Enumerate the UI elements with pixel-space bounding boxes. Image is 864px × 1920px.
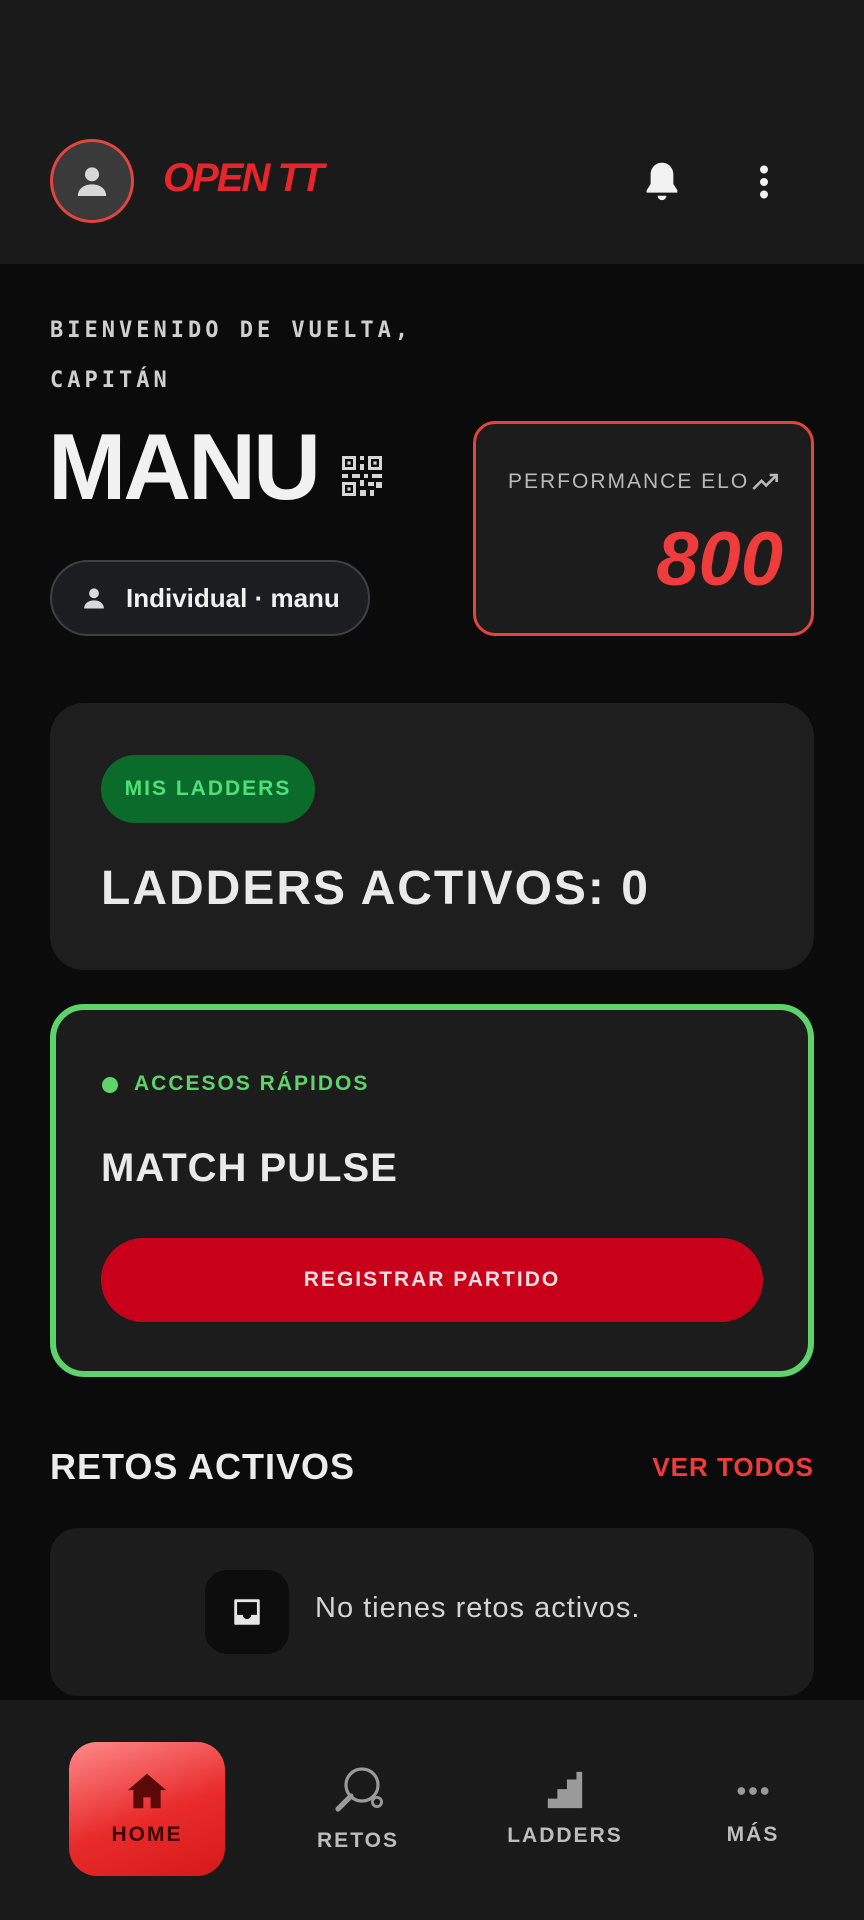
active-ladders-count: LADDERS ACTIVOS: 0 [101,862,650,915]
stairs-icon [547,1771,583,1809]
home-icon [127,1773,167,1809]
bell-icon[interactable] [640,158,684,206]
nav-retos-label: RETOS [317,1829,399,1852]
performance-elo-card[interactable]: PERFORMANCE ELO 800 [473,421,814,636]
nav-home-label: HOME [111,1823,183,1846]
quick-access-title: MATCH PULSE [101,1146,398,1190]
elo-label: PERFORMANCE ELO [508,470,750,493]
welcome-line-2: CAPITÁN [50,368,171,393]
trending-up-icon [752,473,778,490]
more-dots-icon [737,1787,769,1795]
nav-more[interactable]: MÁS [675,1742,831,1876]
status-dot [102,1077,118,1093]
my-ladders-badge: MIS LADDERS [101,755,315,823]
inbox-icon [234,1599,260,1625]
nav-home[interactable]: HOME [69,1742,225,1876]
account-type-chip[interactable]: Individual · manu [50,560,370,636]
bottom-navigation: HOME RETOS LADDERS MÁS [0,1700,864,1920]
person-icon [84,588,104,609]
nav-more-label: MÁS [726,1823,780,1846]
account-type-label: Individual · manu [126,582,340,613]
my-ladders-card[interactable]: MIS LADDERS LADDERS ACTIVOS: 0 [50,703,814,970]
nav-ladders[interactable]: LADDERS [487,1742,643,1876]
quick-access-card: ACCESOS RÁPIDOS MATCH PULSE REGISTRAR PA… [50,1004,814,1377]
inbox-icon-container [205,1570,289,1654]
elo-value: 800 [656,517,783,602]
person-icon [77,167,107,196]
kebab-menu-icon[interactable] [744,162,784,202]
qr-code-icon[interactable] [342,456,382,496]
nav-ladders-label: LADDERS [507,1824,623,1847]
welcome-line-1: BIENVENIDO DE VUELTA, [50,318,413,343]
quick-access-label: ACCESOS RÁPIDOS [134,1072,370,1095]
app-brand-logo: OPEN TT [163,156,324,200]
active-challenges-title: RETOS ACTIVOS [50,1446,356,1487]
top-app-bar: OPEN TT [0,0,864,264]
empty-challenges-text: No tienes retos activos. [315,1592,641,1624]
profile-avatar[interactable] [50,139,134,223]
nav-retos[interactable]: RETOS [280,1742,436,1876]
welcome-greeting: BIENVENIDO DE VUELTA, CAPITÁN [50,306,450,406]
ping-pong-paddle-icon [335,1767,384,1812]
empty-challenges-card: No tienes retos activos. [50,1528,814,1696]
register-match-button[interactable]: REGISTRAR PARTIDO [101,1238,763,1322]
see-all-link[interactable]: VER TODOS [652,1452,814,1483]
player-name: MANU [48,414,321,519]
